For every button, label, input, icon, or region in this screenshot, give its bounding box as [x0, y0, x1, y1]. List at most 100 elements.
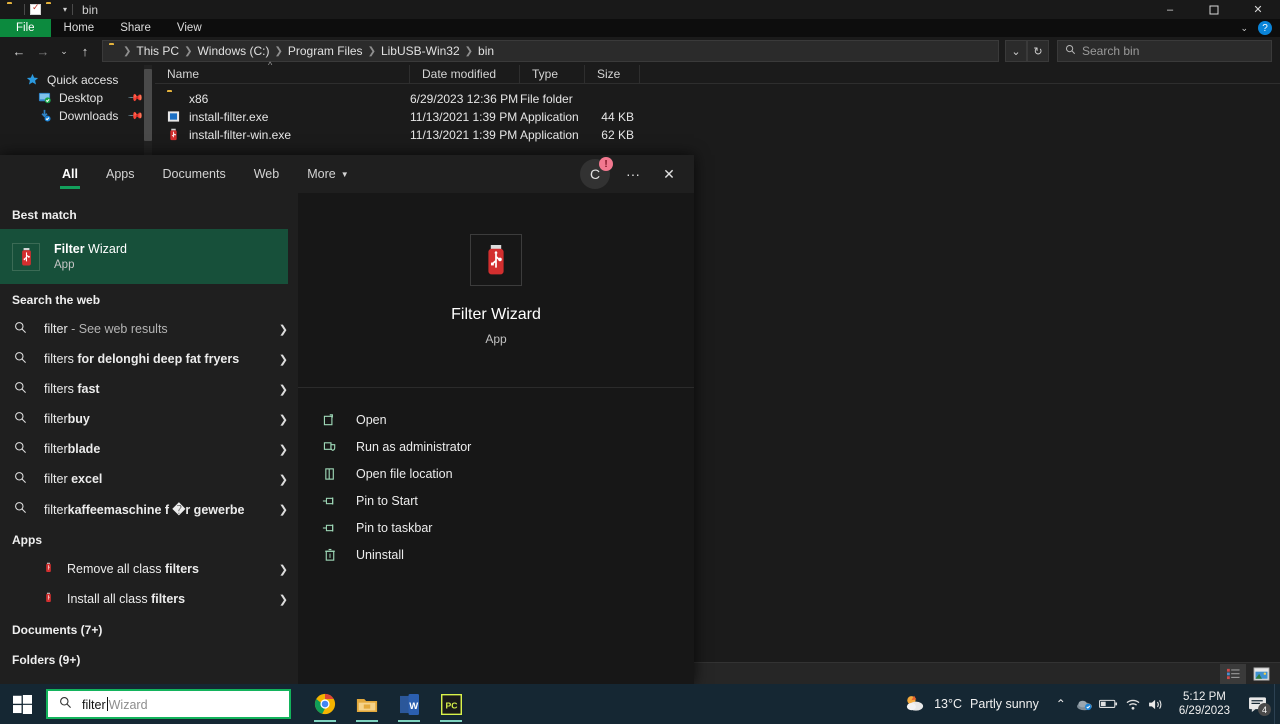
- details-view-icon[interactable]: [1220, 663, 1246, 684]
- column-header-name[interactable]: Name ^: [155, 60, 410, 84]
- close-icon[interactable]: ✕: [656, 161, 682, 187]
- chevron-right-icon[interactable]: ❯: [279, 503, 288, 516]
- avatar[interactable]: C !: [580, 157, 613, 189]
- chevron-right-icon[interactable]: ❯: [279, 593, 288, 606]
- action-pin-to-taskbar[interactable]: Pin to taskbar: [298, 514, 694, 541]
- battery-icon[interactable]: [1097, 684, 1121, 724]
- tab-documents[interactable]: Documents: [148, 155, 239, 193]
- help-button[interactable]: ?: [1258, 21, 1272, 35]
- list-item[interactable]: filters fast ❯: [0, 374, 298, 404]
- action-open-file-location[interactable]: Open file location: [298, 460, 694, 487]
- action-run-as-administrator[interactable]: Run as administrator: [298, 433, 694, 460]
- tab-more[interactable]: More ▼: [293, 155, 362, 193]
- forward-button[interactable]: →: [32, 40, 54, 62]
- previous-locations-button[interactable]: ⌄: [1005, 40, 1027, 62]
- breadcrumb-item-libusb-win32[interactable]: LibUSB-Win32: [378, 44, 463, 58]
- list-item[interactable]: Install all class filters ❯: [0, 584, 298, 614]
- list-item[interactable]: Remove all class filters ❯: [0, 554, 298, 584]
- nav-item-label: Desktop: [59, 91, 104, 105]
- table-row[interactable]: install-filter.exe 11/13/2021 1:39 PM Ap…: [155, 108, 1280, 126]
- minimize-button[interactable]: –: [1148, 0, 1192, 19]
- folders-section-header[interactable]: Folders (9+): [0, 644, 298, 674]
- refresh-button[interactable]: ↻: [1027, 40, 1049, 62]
- address-bar: ← → ⌄ ↑ ❯ This PC ❯ Windows (C:) ❯ Progr…: [0, 37, 1280, 65]
- pycharm-icon[interactable]: PC: [431, 684, 471, 724]
- chevron-down-icon[interactable]: ⌄: [1240, 23, 1248, 34]
- weather-widget[interactable]: 13°C Partly sunny: [894, 694, 1049, 715]
- table-row[interactable]: x86 6/29/2023 12:36 PM File folder: [155, 90, 1280, 108]
- suggestion-text: filterblade: [44, 442, 101, 456]
- breadcrumb[interactable]: ❯ This PC ❯ Windows (C:) ❯ Program Files…: [102, 40, 999, 62]
- weather-temp: 13°C: [934, 697, 963, 711]
- action-label: Open: [356, 412, 387, 427]
- file-explorer-icon[interactable]: [347, 684, 387, 724]
- clock-time: 5:12 PM: [1183, 691, 1226, 703]
- breadcrumb-item-this-pc[interactable]: This PC: [133, 44, 182, 58]
- taskbar-search-input[interactable]: filter Wizard: [46, 689, 291, 719]
- tab-file[interactable]: File: [0, 19, 51, 37]
- back-button[interactable]: ←: [8, 40, 30, 62]
- volume-icon[interactable]: [1145, 684, 1169, 724]
- new-folder-icon[interactable]: [46, 4, 58, 16]
- search-input[interactable]: Search bin: [1057, 40, 1272, 62]
- list-item[interactable]: filterbuy ❯: [0, 404, 298, 434]
- action-pin-to-start[interactable]: Pin to Start: [298, 487, 694, 514]
- nav-item-downloads[interactable]: Downloads 📌: [0, 107, 155, 125]
- large-icons-view-icon[interactable]: [1248, 664, 1274, 684]
- settings-section-header[interactable]: Settings (7+): [0, 674, 298, 684]
- action-open[interactable]: Open: [298, 406, 694, 433]
- chevron-right-icon[interactable]: ❯: [279, 323, 288, 336]
- best-match-title: Filter Wizard: [54, 242, 127, 256]
- list-item[interactable]: filter excel ❯: [0, 464, 298, 494]
- start-icon[interactable]: [0, 684, 44, 724]
- pin-icon[interactable]: 📌: [126, 108, 143, 125]
- tab-apps[interactable]: Apps: [92, 155, 149, 193]
- column-header-size[interactable]: Size: [585, 64, 640, 84]
- chevron-up-icon[interactable]: ⌃: [1049, 684, 1073, 724]
- chevron-right-icon[interactable]: ❯: [279, 383, 288, 396]
- chevron-right-icon[interactable]: ❯: [279, 413, 288, 426]
- up-button[interactable]: ↑: [74, 40, 96, 62]
- chevron-right-icon[interactable]: ❯: [279, 563, 288, 576]
- notification-icon[interactable]: 4: [1240, 684, 1274, 724]
- maximize-button[interactable]: [1192, 0, 1236, 19]
- clock[interactable]: 5:12 PM 6/29/2023: [1169, 690, 1240, 718]
- chevron-right-icon[interactable]: ❯: [279, 443, 288, 456]
- column-header-type[interactable]: Type: [520, 64, 585, 84]
- breadcrumb-item-windows-c[interactable]: Windows (C:): [194, 44, 272, 58]
- action-uninstall[interactable]: Uninstall: [298, 541, 694, 568]
- tab-web[interactable]: Web: [240, 155, 293, 193]
- list-item[interactable]: filters for delonghi deep fat fryers ❯: [0, 344, 298, 374]
- recent-locations-button[interactable]: ⌄: [56, 40, 72, 62]
- list-item[interactable]: filterblade ❯: [0, 434, 298, 464]
- chevron-right-icon[interactable]: ❯: [279, 473, 288, 486]
- window-title: bin: [82, 2, 99, 17]
- word-icon[interactable]: W: [389, 684, 429, 724]
- table-row[interactable]: install-filter-win.exe 11/13/2021 1:39 P…: [155, 126, 1280, 144]
- tab-share[interactable]: Share: [107, 19, 164, 37]
- list-item[interactable]: filterkaffeemaschine f �r gewerbe ❯: [0, 494, 298, 524]
- tab-home[interactable]: Home: [51, 19, 108, 37]
- column-header-date-modified[interactable]: Date modified: [410, 64, 520, 84]
- more-options-button[interactable]: ···: [620, 161, 646, 187]
- wifi-icon[interactable]: [1121, 684, 1145, 724]
- chrome-icon[interactable]: [305, 684, 345, 724]
- tab-view[interactable]: View: [164, 19, 215, 37]
- nav-item-desktop[interactable]: Desktop 📌: [0, 89, 155, 107]
- show-desktop-button[interactable]: [1274, 684, 1280, 724]
- chevron-down-icon[interactable]: ▾: [63, 5, 67, 14]
- chevron-right-icon[interactable]: ❯: [279, 353, 288, 366]
- breadcrumb-item-bin[interactable]: bin: [475, 44, 497, 58]
- properties-icon[interactable]: [30, 2, 41, 15]
- nav-item-quick-access[interactable]: Quick access: [0, 71, 155, 89]
- pin-icon[interactable]: 📌: [126, 90, 143, 107]
- folder-icon[interactable]: [7, 4, 19, 16]
- breadcrumb-item-program-files[interactable]: Program Files: [285, 44, 366, 58]
- tab-all[interactable]: All: [48, 155, 92, 193]
- onedrive-icon[interactable]: [1073, 684, 1097, 724]
- list-item[interactable]: filter - See web results ❯: [0, 314, 298, 344]
- address-bar-buttons: ⌄ ↻: [1005, 40, 1049, 62]
- best-match-result[interactable]: Filter Wizard App: [0, 229, 288, 284]
- documents-section-header[interactable]: Documents (7+): [0, 614, 298, 644]
- close-button[interactable]: ✕: [1236, 0, 1280, 19]
